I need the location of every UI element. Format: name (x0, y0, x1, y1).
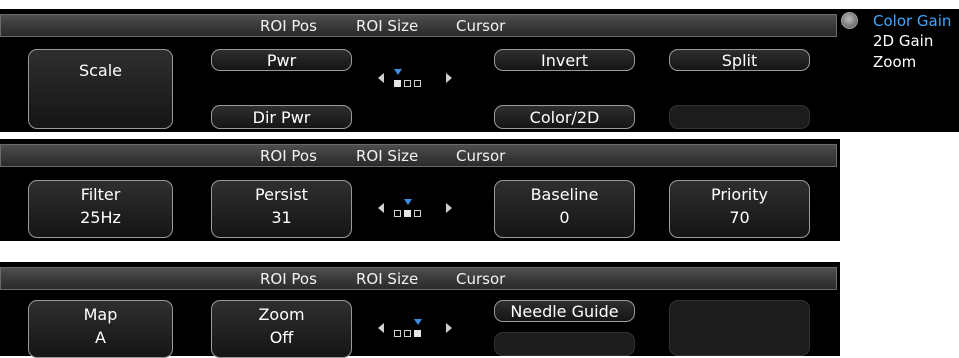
dir-pwr-button-label: Dir Pwr (252, 108, 311, 127)
tab-bar: ROI Pos ROI Size Cursor (0, 267, 837, 290)
control-panel-page-1: ROI Pos ROI Size Cursor Scale Pwr Dir Pw… (0, 9, 840, 132)
split-button-label: Split (721, 51, 758, 70)
menu-item-color-gain[interactable]: Color Gain (873, 12, 951, 30)
page-dot-2 (404, 330, 411, 337)
invert-button-label: Invert (540, 51, 589, 70)
scale-button-label: Scale (78, 61, 123, 80)
priority-label: Priority (711, 185, 768, 204)
needle-guide-button[interactable]: Needle Guide (494, 300, 635, 322)
page-dot-2 (404, 210, 411, 217)
menu-item-zoom[interactable]: Zoom (873, 53, 916, 71)
tab-cursor[interactable]: Cursor (456, 147, 505, 165)
page-dot-1 (394, 210, 401, 217)
tab-roi-pos[interactable]: ROI Pos (260, 17, 317, 35)
page-dot-3 (414, 330, 421, 337)
current-page-marker-icon (394, 69, 402, 75)
gain-menu: Color Gain 2D Gain Zoom (840, 9, 959, 132)
current-page-marker-icon (414, 319, 422, 325)
control-panel-page-3: ROI Pos ROI Size Cursor Map A Zoom Off N… (0, 262, 840, 358)
tab-roi-pos[interactable]: ROI Pos (260, 270, 317, 288)
tab-bar: ROI Pos ROI Size Cursor (0, 14, 837, 37)
baseline-button[interactable]: Baseline 0 (494, 180, 635, 238)
tab-roi-pos[interactable]: ROI Pos (260, 147, 317, 165)
empty-softkey (494, 332, 635, 356)
page-left-arrow-icon[interactable] (378, 323, 384, 333)
empty-softkey (669, 300, 810, 356)
priority-button[interactable]: Priority 70 (669, 180, 810, 238)
page-dot-1 (394, 330, 401, 337)
persist-value: 31 (271, 208, 292, 227)
page-left-arrow-icon[interactable] (378, 203, 384, 213)
filter-label: Filter (80, 185, 121, 204)
rotary-knob-icon[interactable] (841, 12, 858, 29)
page-dots (394, 80, 430, 88)
page-left-arrow-icon[interactable] (378, 73, 384, 83)
pwr-button[interactable]: Pwr (211, 49, 352, 71)
page-right-arrow-icon[interactable] (446, 203, 452, 213)
tab-bar: ROI Pos ROI Size Cursor (0, 144, 837, 167)
page-dot-3 (414, 210, 421, 217)
page-dots (394, 330, 430, 338)
tab-roi-size[interactable]: ROI Size (356, 147, 418, 165)
tab-roi-size[interactable]: ROI Size (356, 270, 418, 288)
color-2d-button-label: Color/2D (529, 108, 600, 127)
page-dot-1 (394, 80, 401, 87)
page-dots (394, 210, 430, 218)
dir-pwr-button[interactable]: Dir Pwr (211, 105, 352, 129)
empty-softkey (669, 105, 810, 129)
needle-guide-label: Needle Guide (510, 302, 619, 321)
tab-roi-size[interactable]: ROI Size (356, 17, 418, 35)
baseline-label: Baseline (530, 185, 599, 204)
current-page-marker-icon (404, 199, 412, 205)
map-button[interactable]: Map A (28, 300, 173, 358)
zoom-value: Off (269, 328, 294, 347)
pwr-button-label: Pwr (266, 51, 297, 70)
page-dot-3 (414, 80, 421, 87)
menu-item-2d-gain[interactable]: 2D Gain (873, 32, 933, 50)
zoom-label: Zoom (258, 305, 305, 324)
filter-button[interactable]: Filter 25Hz (28, 180, 173, 238)
page-dot-2 (404, 80, 411, 87)
baseline-value: 0 (559, 208, 570, 227)
split-button[interactable]: Split (669, 49, 810, 71)
tab-cursor[interactable]: Cursor (456, 17, 505, 35)
map-value: A (95, 328, 106, 347)
page-indicator (358, 304, 468, 354)
page-indicator (358, 54, 468, 104)
priority-value: 70 (729, 208, 750, 227)
zoom-button[interactable]: Zoom Off (211, 300, 352, 358)
scale-button[interactable]: Scale (28, 49, 173, 129)
map-label: Map (83, 305, 118, 324)
tab-cursor[interactable]: Cursor (456, 270, 505, 288)
invert-button[interactable]: Invert (494, 49, 635, 71)
page-indicator (358, 184, 468, 234)
page-right-arrow-icon[interactable] (446, 323, 452, 333)
color-2d-button[interactable]: Color/2D (494, 105, 635, 129)
persist-button[interactable]: Persist 31 (211, 180, 352, 238)
control-panel-page-2: ROI Pos ROI Size Cursor Filter 25Hz Pers… (0, 139, 840, 241)
filter-value: 25Hz (80, 208, 121, 227)
page-right-arrow-icon[interactable] (446, 73, 452, 83)
persist-label: Persist (255, 185, 308, 204)
